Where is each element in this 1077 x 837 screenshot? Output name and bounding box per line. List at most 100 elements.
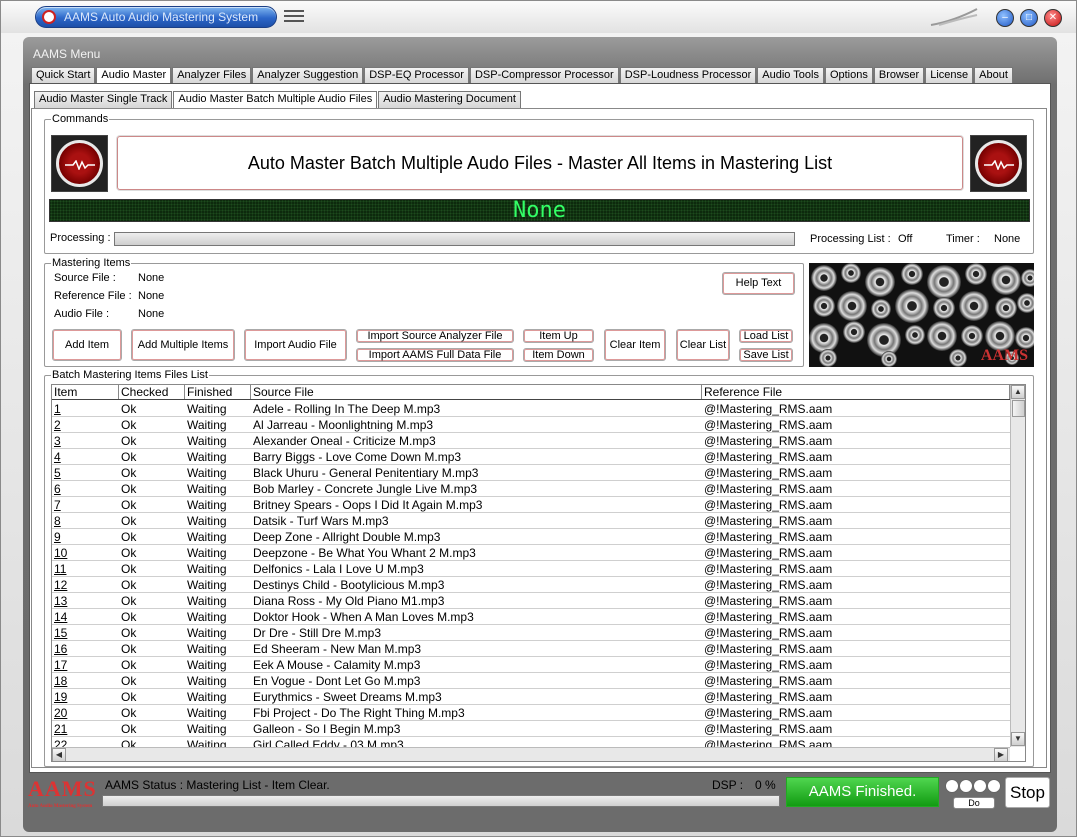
tab-quick-start[interactable]: Quick Start bbox=[31, 67, 96, 84]
speaker-icon bbox=[809, 323, 839, 353]
item-up-button[interactable]: Item Up bbox=[523, 329, 594, 343]
stop-button[interactable]: Stop bbox=[1005, 777, 1050, 808]
row-item: 18 bbox=[54, 674, 68, 688]
import-audio-file-button[interactable]: Import Audio File bbox=[244, 329, 347, 361]
column-header-finished[interactable]: Finished bbox=[185, 385, 251, 399]
row-reference-file: @!Mastering_RMS.aam bbox=[704, 594, 833, 608]
row-item: 6 bbox=[54, 482, 61, 496]
list-header: Item Checked Finished Source File Refere… bbox=[52, 385, 1010, 400]
scroll-left-icon[interactable]: ◀ bbox=[52, 748, 66, 761]
row-reference-file: @!Mastering_RMS.aam bbox=[704, 674, 833, 688]
row-source-file: Eurythmics - Sweet Dreams M.mp3 bbox=[253, 690, 442, 704]
table-row[interactable]: 8 Ok Waiting Datsik - Turf Wars M.mp3 @!Mast… bbox=[52, 513, 1010, 529]
table-row[interactable]: 13 Ok Waiting Diana Ross - My Old Piano M1.… bbox=[52, 593, 1010, 609]
row-checked: Ok bbox=[121, 610, 137, 624]
vertical-scroll-thumb[interactable] bbox=[1012, 400, 1025, 417]
table-row[interactable]: 4 Ok Waiting Barry Biggs - Love Come Down M… bbox=[52, 449, 1010, 465]
column-header-item[interactable]: Item bbox=[52, 385, 119, 399]
batch-files-list[interactable]: Item Checked Finished Source File Refere… bbox=[51, 384, 1026, 762]
clear-list-button[interactable]: Clear List bbox=[676, 329, 730, 361]
status-led-1-icon bbox=[945, 779, 959, 793]
reference-file-value: None bbox=[138, 290, 165, 302]
status-led-4-icon bbox=[987, 779, 1001, 793]
table-row[interactable]: 2 Ok Waiting Al Jarreau - Moonlightning M.m… bbox=[52, 417, 1010, 433]
tab-dsp-loudness-processor[interactable]: DSP-Loudness Processor bbox=[619, 67, 757, 84]
do-button[interactable]: Do bbox=[953, 797, 995, 809]
column-header-reference-file[interactable]: Reference File bbox=[702, 385, 1010, 399]
scroll-right-icon[interactable]: ▶ bbox=[994, 748, 1008, 761]
right-logo-icon bbox=[970, 135, 1027, 192]
speaker-icon bbox=[1021, 269, 1034, 287]
tab-license[interactable]: License bbox=[925, 67, 974, 84]
table-row[interactable]: 15 Ok Waiting Dr Dre - Still Dre M.mp3 @!Mas… bbox=[52, 625, 1010, 641]
tab-audio-master[interactable]: Audio Master bbox=[96, 67, 172, 84]
table-row[interactable]: 9 Ok Waiting Deep Zone - Allright Double M.… bbox=[52, 529, 1010, 545]
row-checked: Ok bbox=[121, 690, 137, 704]
tab-options[interactable]: Options bbox=[824, 67, 873, 84]
table-row[interactable]: 20 Ok Waiting Fbi Project - Do The Right Th… bbox=[52, 705, 1010, 721]
vertical-scrollbar[interactable]: ▲ ▼ bbox=[1010, 385, 1025, 747]
led-display: None bbox=[49, 199, 1030, 222]
table-row[interactable]: 10 Ok Waiting Deepzone - Be What You Whant … bbox=[52, 545, 1010, 561]
import-aams-full-data-button[interactable]: Import AAMS Full Data File bbox=[356, 348, 514, 362]
tab-analyzer-files[interactable]: Analyzer Files bbox=[172, 67, 252, 84]
add-item-button[interactable]: Add Item bbox=[52, 329, 122, 361]
table-row[interactable]: 21 Ok Waiting Galleon - So I Begin M.mp3 @!M… bbox=[52, 721, 1010, 737]
row-source-file: Galleon - So I Begin M.mp3 bbox=[253, 722, 401, 736]
item-down-button[interactable]: Item Down bbox=[523, 348, 594, 362]
row-finished: Waiting bbox=[187, 642, 227, 656]
tab-about[interactable]: About bbox=[974, 67, 1013, 84]
table-row[interactable]: 17 Ok Waiting Eek A Mouse - Calamity M.mp3 @… bbox=[52, 657, 1010, 673]
column-header-checked[interactable]: Checked bbox=[119, 385, 185, 399]
subtab-audio-mastering-document[interactable]: Audio Mastering Document bbox=[378, 91, 521, 108]
close-button[interactable]: ✕ bbox=[1044, 9, 1062, 27]
speaker-icon bbox=[959, 291, 989, 321]
speaker-icon bbox=[905, 325, 925, 345]
master-all-button[interactable]: Auto Master Batch Multiple Audo Files - … bbox=[117, 136, 963, 190]
subtab-audio-master-batch-multiple-audio-files[interactable]: Audio Master Batch Multiple Audio Files bbox=[173, 91, 378, 108]
save-list-button[interactable]: Save List bbox=[739, 348, 793, 362]
row-finished: Waiting bbox=[187, 594, 227, 608]
clear-item-button[interactable]: Clear Item bbox=[604, 329, 666, 361]
table-row[interactable]: 6 Ok Waiting Bob Marley - Concrete Jungle L… bbox=[52, 481, 1010, 497]
tab-analyzer-suggestion[interactable]: Analyzer Suggestion bbox=[252, 67, 364, 84]
row-source-file: Britney Spears - Oops I Did It Again M.m… bbox=[253, 498, 483, 512]
column-header-source-file[interactable]: Source File bbox=[251, 385, 702, 399]
load-list-button[interactable]: Load List bbox=[739, 329, 793, 343]
scroll-up-icon[interactable]: ▲ bbox=[1011, 385, 1025, 399]
minimize-button[interactable]: – bbox=[996, 9, 1014, 27]
table-row[interactable]: 16 Ok Waiting Ed Sheeram - New Man M.mp3 @!M… bbox=[52, 641, 1010, 657]
row-finished: Waiting bbox=[187, 658, 227, 672]
add-multiple-items-button[interactable]: Add Multiple Items bbox=[131, 329, 235, 361]
speaker-icon bbox=[837, 291, 867, 321]
table-row[interactable]: 19 Ok Waiting Eurythmics - Sweet Dreams M.m… bbox=[52, 689, 1010, 705]
table-row[interactable]: 5 Ok Waiting Black Uhuru - General Penitent… bbox=[52, 465, 1010, 481]
import-source-analyzer-button[interactable]: Import Source Analyzer File bbox=[356, 329, 514, 343]
tab-audio-tools[interactable]: Audio Tools bbox=[757, 67, 824, 84]
table-row[interactable]: 1 Ok Waiting Adele - Rolling In The Deep M.… bbox=[52, 401, 1010, 417]
subtab-audio-master-single-track[interactable]: Audio Master Single Track bbox=[34, 91, 173, 108]
tab-dsp-compressor-processor[interactable]: DSP-Compressor Processor bbox=[469, 67, 619, 84]
processing-list-label: Processing List : bbox=[810, 233, 891, 245]
hamburger-menu-icon[interactable] bbox=[284, 10, 304, 24]
tab-browser[interactable]: Browser bbox=[873, 67, 925, 84]
row-finished: Waiting bbox=[187, 722, 227, 736]
scroll-down-icon[interactable]: ▼ bbox=[1011, 732, 1025, 746]
table-row[interactable]: 14 Ok Waiting Doktor Hook - When A Man Love… bbox=[52, 609, 1010, 625]
row-item: 2 bbox=[54, 418, 61, 432]
title-pill[interactable]: AAMS Auto Audio Mastering System bbox=[35, 6, 277, 28]
aams-status-logo: AAMS Auto Audio Mastering System bbox=[28, 776, 98, 810]
table-row[interactable]: 12 Ok Waiting Destinys Child - Bootylicious… bbox=[52, 577, 1010, 593]
table-row[interactable]: 3 Ok Waiting Alexander Oneal - Criticize M.… bbox=[52, 433, 1010, 449]
table-row[interactable]: 11 Ok Waiting Delfonics - Lala I Love U M.m… bbox=[52, 561, 1010, 577]
aams-logo-subtext: Auto Audio Mastering System bbox=[28, 804, 93, 809]
table-row[interactable]: 18 Ok Waiting En Vogue - Dont Let Go M.mp3 @… bbox=[52, 673, 1010, 689]
tab-dsp-eq-processor[interactable]: DSP-EQ Processor bbox=[364, 67, 469, 84]
table-row[interactable]: 7 Ok Waiting Britney Spears - Oops I Did It… bbox=[52, 497, 1010, 513]
horizontal-scrollbar[interactable]: ◀ ▶ bbox=[52, 747, 1010, 761]
title-bar[interactable]: AAMS Auto Audio Mastering System – □ ✕ bbox=[1, 1, 1076, 33]
reference-file-label: Reference File : bbox=[54, 290, 132, 302]
row-finished: Waiting bbox=[187, 706, 227, 720]
help-text-button[interactable]: Help Text bbox=[722, 272, 795, 295]
maximize-button[interactable]: □ bbox=[1020, 9, 1038, 27]
